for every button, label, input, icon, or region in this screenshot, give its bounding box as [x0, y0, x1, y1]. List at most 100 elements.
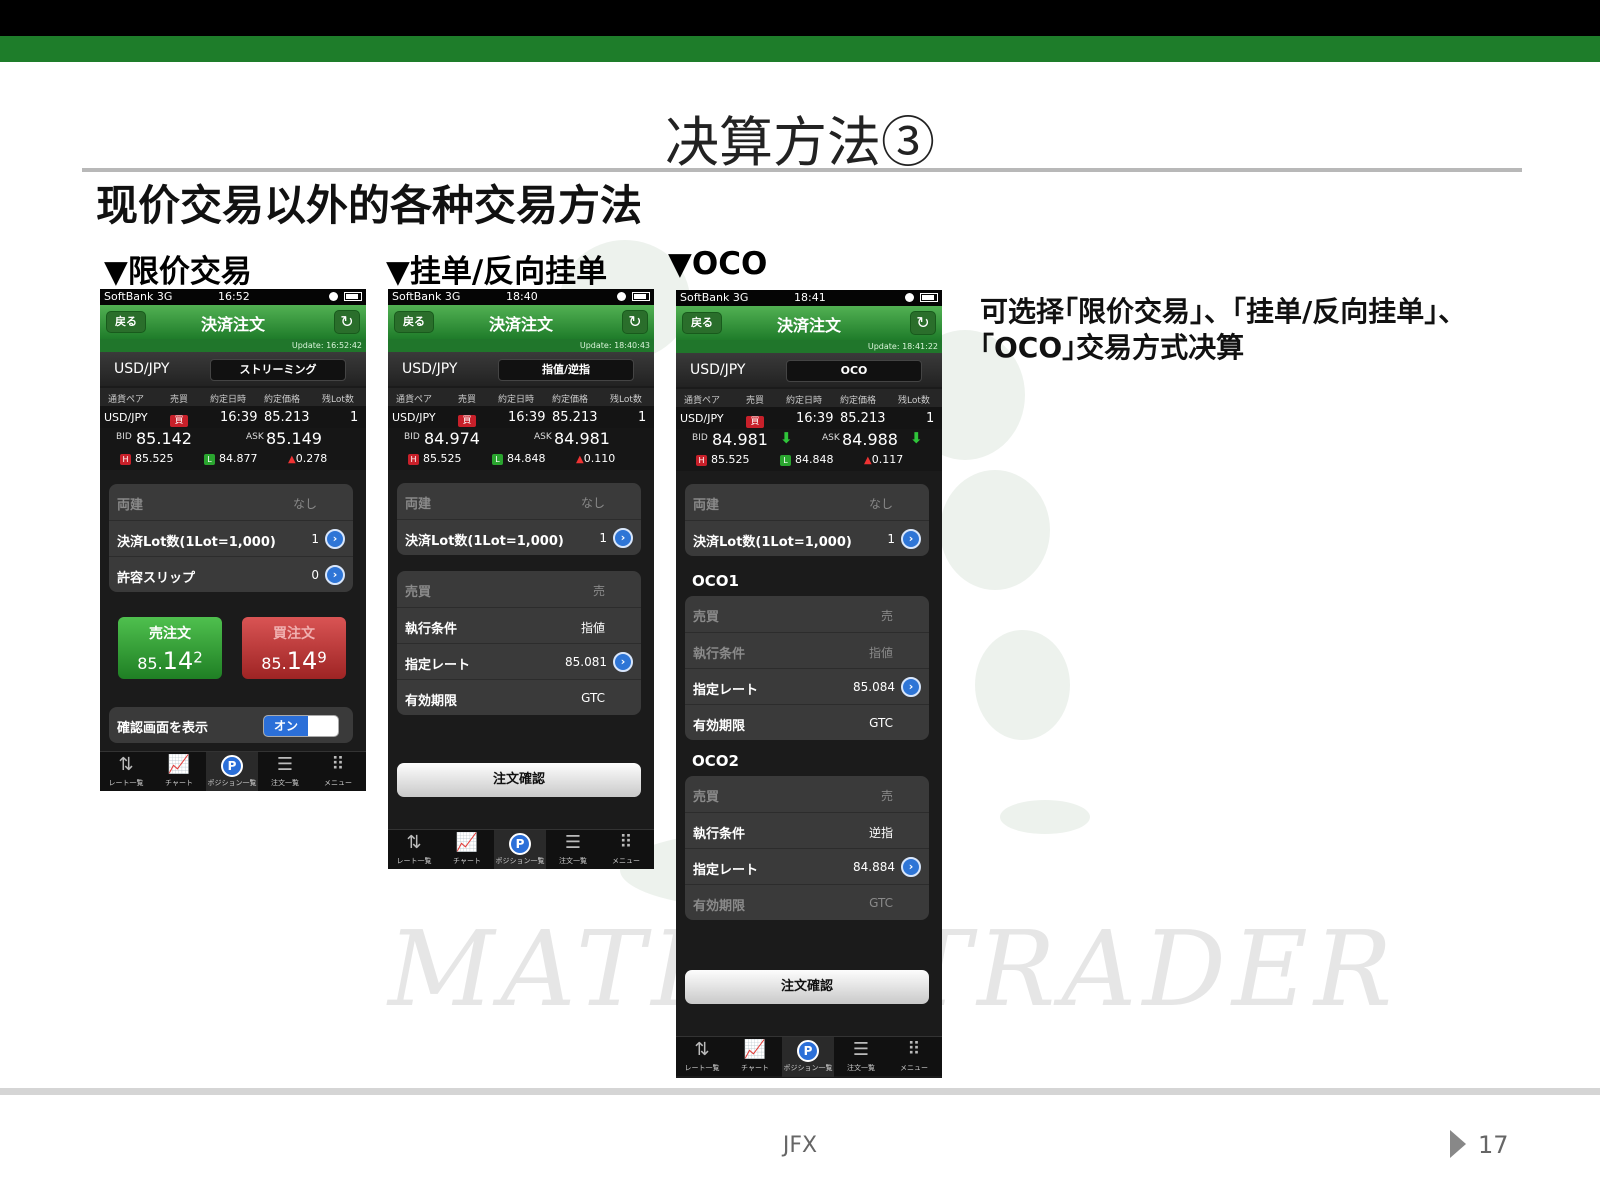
chevron-right-icon[interactable]: › — [901, 529, 921, 549]
col-price: 約定価格 — [840, 396, 877, 406]
slippage-row[interactable]: 許容スリップ 0 › — [109, 556, 353, 592]
col-pair: 通貨ペア — [396, 395, 433, 405]
list-icon: ☰ — [564, 832, 582, 853]
bid-label: BID — [404, 432, 420, 442]
lock-icon — [329, 292, 338, 301]
col-pair: 通貨ペア — [108, 395, 145, 405]
battery-icon — [920, 293, 938, 302]
phone-oco-order: SoftBank 3G 18:41 戻る 決済注文 ↻ Update: 18:4… — [676, 290, 942, 1078]
sell-order-button[interactable]: 売注文 85.142 — [118, 617, 222, 679]
row-pair: USD/JPY — [680, 412, 724, 425]
ask-label: ASK — [246, 432, 264, 442]
row-price: 85.213 — [552, 410, 598, 425]
col-side: 売買 — [170, 395, 189, 405]
column-header: 通貨ペア 売買 約定日時 約定価格 残Lot数 — [388, 388, 654, 406]
row-time: 16:39 — [220, 410, 258, 425]
tab-menu[interactable]: ⠿ メニュー — [312, 752, 364, 791]
rate-row[interactable]: 指定レート 85.081 › — [397, 643, 641, 679]
chevron-right-icon[interactable]: › — [325, 565, 345, 585]
tab-orders[interactable]: ☰ 注文一覧 — [547, 830, 599, 869]
oco1-expiry-row[interactable]: 有効期限 GTC — [685, 704, 929, 740]
footer-brand: JFX — [782, 1133, 818, 1158]
phone-limit-order: SoftBank 3G 16:52 戻る 決済注文 ↻ Update: 16:5… — [100, 289, 366, 791]
chart-icon: 📈 — [455, 832, 479, 853]
chart-icon: 📈 — [743, 1039, 767, 1060]
slide-title: 决算方法③ — [665, 111, 935, 174]
tab-rates[interactable]: ⇅ レート一覧 — [676, 1037, 728, 1077]
tab-positions[interactable]: P ポジション一覧 — [206, 752, 258, 791]
chevron-right-icon[interactable]: › — [613, 528, 633, 548]
nav-bar: 戻る 決済注文 ↻ — [388, 305, 654, 339]
down-arrow-icon: ⬇ — [780, 429, 793, 447]
bid-value: 84.981 — [712, 430, 768, 449]
tab-orders[interactable]: ☰ 注文一覧 — [259, 752, 311, 791]
oco1-rate-row[interactable]: 指定レート 85.084 › — [685, 668, 929, 704]
oco2-rate-row[interactable]: 指定レート 84.884 › — [685, 848, 929, 884]
tab-chart[interactable]: 📈 チャート — [441, 830, 493, 869]
refresh-icon[interactable]: ↻ — [334, 310, 360, 334]
buy-order-button[interactable]: 買注文 85.149 — [242, 617, 346, 679]
oco2-group: 売買 売 執行条件 逆指 指定レート 84.884 › 有効期限 GTC — [685, 776, 929, 920]
column-header: 通貨ペア 売買 約定日時 約定価格 残Lot数 — [100, 388, 366, 406]
lot-row[interactable]: 決済Lot数(1Lot=1,000) 1 › — [109, 520, 353, 556]
position-row[interactable]: USD/JPY 買 16:39 85.213 1 — [100, 406, 366, 428]
order-confirm-button[interactable]: 注文確認 — [685, 970, 929, 1004]
change-value: ▲0.278 — [288, 452, 328, 465]
chevron-right-icon[interactable]: › — [613, 652, 633, 672]
refresh-icon[interactable]: ↻ — [910, 311, 936, 335]
oco1-group: 売買 売 執行条件 指値 指定レート 85.084 › 有効期限 GTC — [685, 596, 929, 740]
watermark-shape — [975, 630, 1070, 740]
pair-bar: USD/JPY OCO — [676, 353, 942, 387]
low-value: L 84.848 — [492, 452, 546, 465]
tab-menu[interactable]: ⠿ メニュー — [888, 1037, 940, 1077]
tab-rates[interactable]: ⇅ レート一覧 — [100, 752, 152, 791]
order-mode-button[interactable]: ストリーミング — [210, 359, 346, 381]
col-price: 約定価格 — [552, 395, 589, 405]
position-row[interactable]: USD/JPY 買 16:39 85.213 1 — [388, 406, 654, 428]
order-mode-button[interactable]: OCO — [786, 360, 922, 382]
settings-group: 両建 なし 決済Lot数(1Lot=1,000) 1 › 許容スリップ 0 › — [109, 484, 353, 592]
lot-row[interactable]: 決済Lot数(1Lot=1,000) 1 › — [397, 519, 641, 555]
nav-title: 決済注文 — [200, 315, 265, 334]
tab-chart[interactable]: 📈 チャート — [729, 1037, 781, 1077]
oco1-heading: OCO1 — [692, 572, 739, 590]
page-number: 17 — [1478, 1131, 1509, 1159]
chevron-right-icon[interactable]: › — [325, 529, 345, 549]
carrier-label: SoftBank 3G — [104, 290, 173, 303]
position-row[interactable]: USD/JPY 買 16:39 85.213 1 — [676, 407, 942, 429]
order-mode-button[interactable]: 指值/逆指 — [498, 359, 634, 381]
column-header: 通貨ペア 売買 約定日時 約定価格 残Lot数 — [676, 389, 942, 407]
row-price: 85.213 — [840, 411, 886, 426]
arrows-icon: ⇅ — [694, 1039, 710, 1060]
ask-value: 85.149 — [266, 429, 322, 448]
battery-icon — [632, 292, 650, 301]
ask-label: ASK — [534, 432, 552, 442]
tab-rates[interactable]: ⇅ レート一覧 — [388, 830, 440, 869]
menu-grid-icon: ⠿ — [619, 832, 633, 853]
lot-row[interactable]: 決済Lot数(1Lot=1,000) 1 › — [685, 520, 929, 556]
order-confirm-button[interactable]: 注文確認 — [397, 763, 641, 797]
chevron-right-icon[interactable]: › — [901, 677, 921, 697]
tab-menu[interactable]: ⠿ メニュー — [600, 830, 652, 869]
confirm-toggle[interactable]: オン — [263, 715, 339, 737]
pair-bar: USD/JPY 指值/逆指 — [388, 352, 654, 386]
oco2-condition-row[interactable]: 執行条件 逆指 — [685, 812, 929, 848]
refresh-icon[interactable]: ↻ — [622, 310, 648, 334]
bid-label: BID — [116, 432, 132, 442]
oco1-side-row: 売買 売 — [693, 609, 893, 625]
tab-positions[interactable]: P ポジション一覧 — [494, 830, 546, 869]
change-value: ▲0.117 — [864, 453, 904, 466]
row-time: 16:39 — [508, 410, 546, 425]
chevron-right-icon[interactable]: › — [901, 857, 921, 877]
carrier-label: SoftBank 3G — [680, 291, 749, 304]
tab-bar: ⇅ レート一覧 📈 チャート P ポジション一覧 ☰ 注文一覧 ⠿ メニュー — [388, 829, 654, 869]
condition-row[interactable]: 執行条件 指値 — [397, 607, 641, 643]
col-lots: 残Lot数 — [610, 395, 642, 405]
tab-positions[interactable]: P ポジション一覧 — [782, 1037, 834, 1077]
tab-orders[interactable]: ☰ 注文一覧 — [835, 1037, 887, 1077]
chart-icon: 📈 — [167, 754, 191, 775]
tab-chart[interactable]: 📈 チャート — [153, 752, 205, 791]
col-pair: 通貨ペア — [684, 396, 721, 406]
row-pair: USD/JPY — [392, 411, 436, 424]
expiry-row[interactable]: 有効期限 GTC — [397, 679, 641, 715]
